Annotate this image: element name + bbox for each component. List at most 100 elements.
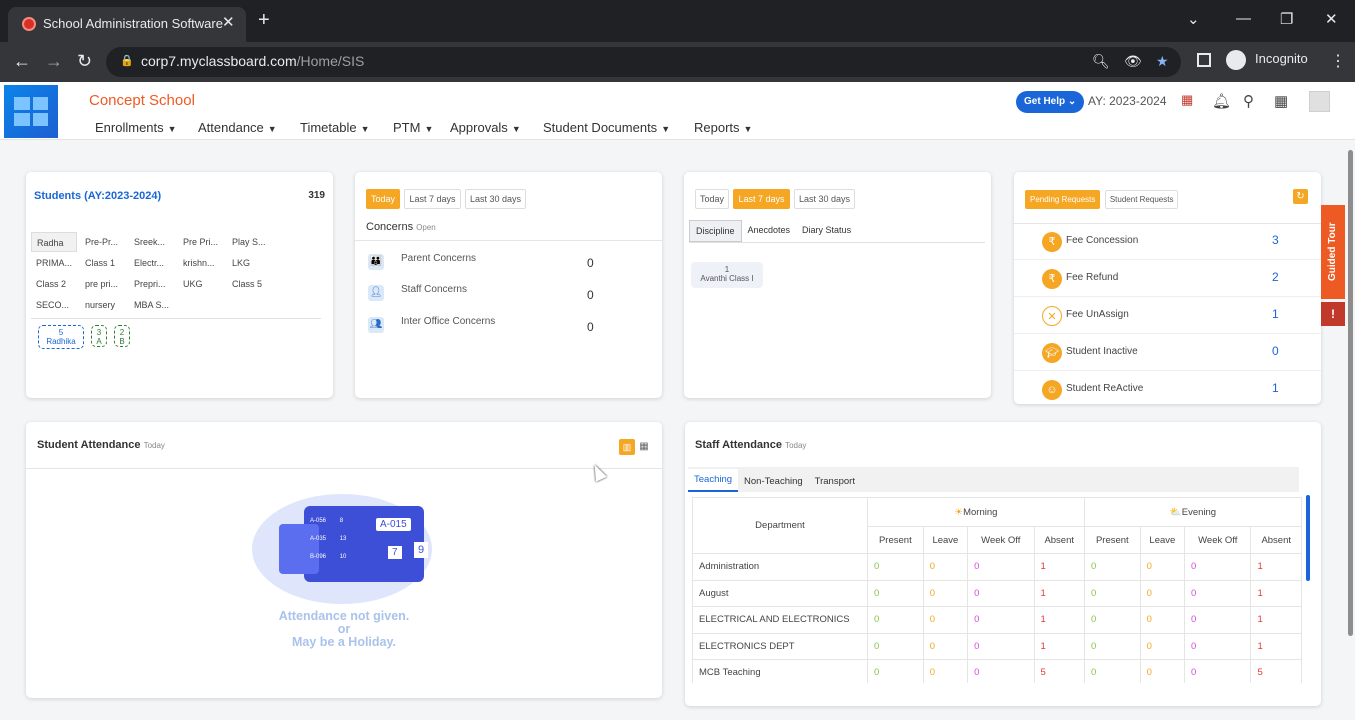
request-count[interactable]: 1 (1272, 381, 1279, 395)
attendance-count-cell[interactable]: 0 (967, 606, 1035, 634)
attendance-count-cell[interactable]: 0 (1184, 606, 1252, 634)
get-help-button[interactable]: Get Help ⌄ (1016, 91, 1085, 113)
menu-timetable[interactable]: Timetable ▼ (300, 120, 370, 135)
attendance-count-cell[interactable]: 0 (1083, 659, 1141, 683)
concern-label[interactable]: Staff Concerns (401, 284, 467, 295)
tab-transport[interactable]: Transport (809, 471, 861, 492)
class-chip[interactable]: pre pri... (80, 274, 126, 294)
class-chip[interactable]: nursery (80, 295, 126, 315)
attendance-count-cell[interactable]: 0 (967, 659, 1035, 683)
request-row[interactable]: ✕ Fee UnAssign 1 (1014, 297, 1321, 334)
academic-year[interactable]: AY: 2023-2024 (1088, 94, 1167, 108)
attendance-count-cell[interactable]: 0 (867, 659, 924, 683)
concern-label[interactable]: Parent Concerns (401, 253, 476, 264)
concern-value[interactable]: 0 (587, 256, 594, 270)
attendance-count-cell[interactable]: 1 (1033, 606, 1085, 634)
attendance-count-cell[interactable]: 0 (1083, 606, 1141, 634)
attendance-count-cell[interactable]: 0 (1139, 659, 1186, 683)
menu-attendance[interactable]: Attendance ▼ (198, 120, 277, 135)
avatar[interactable] (1309, 91, 1330, 112)
tab-close-icon[interactable]: ✕ (222, 13, 235, 31)
menu-student-documents[interactable]: Student Documents ▼ (543, 120, 670, 135)
tab-today[interactable]: Today (366, 189, 401, 209)
class-chip[interactable]: LKG (227, 253, 273, 273)
menu-reports[interactable]: Reports ▼ (694, 120, 752, 135)
tab-search-chevron-icon[interactable]: ⌄ (1187, 10, 1200, 28)
class-chip[interactable]: SECO... (31, 295, 77, 315)
attendance-count-cell[interactable]: 0 (867, 606, 924, 634)
request-row[interactable]: ₹ Fee Concession 3 (1014, 223, 1321, 260)
table-scrollbar[interactable] (1306, 495, 1310, 581)
minimize-icon[interactable]: — (1236, 10, 1251, 27)
attendance-count-cell[interactable]: 0 (1184, 659, 1252, 683)
tab-last-30-days[interactable]: Last 30 days (793, 189, 856, 209)
class-chip[interactable]: Sreek... (129, 232, 175, 252)
attendance-count-cell[interactable]: 0 (1139, 553, 1186, 581)
attendance-count-cell[interactable]: 0 (1184, 579, 1252, 607)
class-chip[interactable]: PRIMA... (31, 253, 77, 273)
request-row[interactable]: 🎓︎ Student Inactive 0 (1014, 334, 1321, 371)
omnibox[interactable]: 🔒 corp7.myclassboard.com/Home/SIS 🔍︎ 👁︎ … (106, 47, 1181, 77)
tab-last-7-days[interactable]: Last 7 days (733, 189, 790, 209)
attendance-count-cell[interactable]: 0 (922, 606, 969, 634)
lock-icon[interactable]: 🔒 (120, 54, 134, 67)
windows-logo-icon[interactable] (4, 85, 58, 138)
class-chip[interactable]: Class 5 (227, 274, 273, 294)
request-count[interactable]: 0 (1272, 344, 1279, 358)
close-window-icon[interactable]: ✕ (1325, 10, 1338, 28)
restore-icon[interactable]: ❐ (1280, 10, 1293, 28)
tab-teaching[interactable]: Teaching (688, 469, 739, 492)
attendance-count-cell[interactable]: 0 (1184, 632, 1252, 660)
attendance-count-cell[interactable]: 0 (922, 632, 969, 660)
url-text[interactable]: corp7.myclassboard.com/Home/SIS (141, 53, 364, 69)
table-view-icon[interactable]: ▦ (637, 439, 651, 455)
students-title[interactable]: Students (AY:2023-2024) (34, 190, 161, 202)
section-badge[interactable]: 5 Radhika (38, 325, 84, 349)
tab-discipline[interactable]: Discipline (689, 220, 742, 242)
attendance-count-cell[interactable]: 0 (867, 632, 924, 660)
class-chip[interactable]: Class 1 (80, 253, 126, 273)
attendance-count-cell[interactable]: 0 (1139, 579, 1186, 607)
class-chip[interactable]: UKG (178, 274, 224, 294)
class-chip[interactable]: Pre Pri... (178, 232, 224, 252)
refresh-icon[interactable]: ↻ (1293, 189, 1308, 204)
attendance-count-cell[interactable]: 0 (1083, 579, 1141, 607)
attendance-count-cell[interactable]: 1 (1250, 579, 1302, 607)
request-count[interactable]: 2 (1272, 270, 1279, 284)
attendance-count-cell[interactable]: 0 (967, 579, 1035, 607)
attendance-count-cell[interactable]: 0 (1139, 632, 1186, 660)
attendance-count-cell[interactable]: 0 (922, 579, 969, 607)
page-scrollbar[interactable] (1348, 150, 1353, 636)
tab-diary-status[interactable]: Diary Status (796, 220, 857, 242)
tab-last-7-days[interactable]: Last 7 days (404, 189, 461, 209)
incognito-label[interactable]: Incognito (1255, 51, 1308, 66)
tab-student-requests[interactable]: Student Requests (1104, 190, 1179, 209)
browser-menu-icon[interactable]: ⋮ (1330, 51, 1346, 71)
attendance-count-cell[interactable]: 0 (967, 553, 1035, 581)
side-panel-icon[interactable] (1197, 53, 1211, 67)
attendance-count-cell[interactable]: 1 (1250, 606, 1302, 634)
apps-grid-icon[interactable]: ▦ (1274, 92, 1288, 110)
section-badge[interactable]: 2B (114, 325, 130, 347)
attendance-count-cell[interactable]: 0 (922, 553, 969, 581)
forward-icon[interactable]: → (45, 51, 63, 72)
tab-non-teaching[interactable]: Non-Teaching (738, 471, 809, 492)
bookmark-star-icon[interactable]: ★ (1156, 53, 1169, 70)
back-icon[interactable]: ← (13, 51, 31, 72)
attendance-count-cell[interactable]: 1 (1250, 632, 1302, 660)
tab-last-30-days[interactable]: Last 30 days (464, 189, 527, 209)
request-row[interactable]: ☺ Student ReActive 1 (1014, 371, 1321, 408)
attendance-count-cell[interactable]: 0 (922, 659, 969, 683)
bell-icon[interactable]: 🔔︎ (1212, 92, 1231, 110)
attendance-count-cell[interactable]: 0 (967, 632, 1035, 660)
attendance-count-cell[interactable]: 1 (1033, 632, 1085, 660)
tab-pending-requests[interactable]: Pending Requests (1025, 190, 1101, 209)
eye-off-icon[interactable]: 👁︎ (1124, 53, 1142, 70)
concern-value[interactable]: 0 (587, 288, 594, 302)
class-chip[interactable]: Radha (31, 232, 77, 252)
guided-tour-button[interactable]: Guided Tour (1321, 205, 1345, 299)
tab-today[interactable]: Today (695, 189, 730, 209)
feedback-icon[interactable]: ! (1321, 302, 1345, 326)
section-badge[interactable]: 3A (91, 325, 107, 347)
chart-view-icon[interactable]: ▥ (619, 439, 635, 455)
